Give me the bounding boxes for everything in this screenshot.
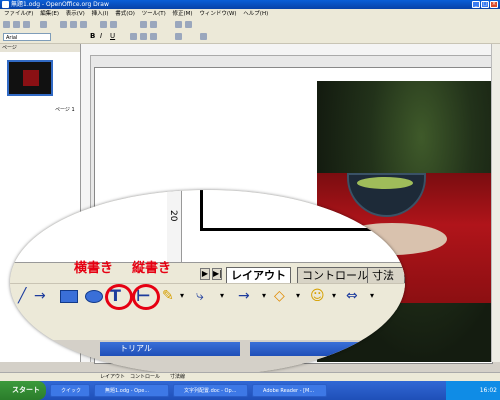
title-bar: 無題1.odg - OpenOffice.org Draw _ □ × [0, 0, 500, 9]
copy-icon[interactable] [70, 21, 77, 28]
bold-icon[interactable]: B [90, 33, 97, 40]
minimize-button[interactable]: _ [472, 1, 480, 8]
zoom-vertical-ruler: 20 [167, 190, 182, 262]
tab-dimension-lines[interactable]: 寸法線 [367, 267, 405, 298]
rectangle-icon[interactable] [60, 290, 78, 303]
underline-icon[interactable]: U [110, 33, 117, 40]
label-vertical-writing: 縦書き [132, 261, 172, 276]
close-button[interactable]: × [490, 1, 498, 8]
taskbar-item-draw[interactable]: 無題1.odg - Ope... [94, 384, 169, 397]
menu-window[interactable]: ウィンドウ(W) [199, 11, 236, 17]
menu-tools[interactable]: ツール(T) [142, 11, 166, 17]
taskbar-item-writer[interactable]: 文字列配置.doc - Op... [173, 384, 248, 397]
menu-modify[interactable]: 修正(M) [173, 11, 193, 17]
lines-arrows-icon[interactable]: → [238, 285, 250, 307]
align-center-icon[interactable] [140, 33, 147, 40]
align-left-icon[interactable] [130, 33, 137, 40]
font-color-icon[interactable] [200, 33, 207, 40]
menu-format[interactable]: 書式(O) [115, 11, 135, 17]
dropdown-icon[interactable]: ▾ [370, 285, 374, 307]
dropdown-icon[interactable]: ▾ [332, 285, 336, 307]
zoom-task-button: トリアル [100, 342, 240, 356]
curve-icon[interactable]: ✎ [162, 285, 174, 307]
menu-edit[interactable]: 編集(E) [40, 11, 59, 17]
cut-icon[interactable] [60, 21, 67, 28]
app-icon [2, 1, 9, 8]
label-horizontal-writing: 横書き [74, 261, 114, 276]
nav-next-button[interactable]: ▶ [200, 268, 210, 280]
zoom-page-frame [200, 190, 405, 231]
menu-view[interactable]: 表示(V) [66, 11, 85, 17]
page-thumbnail-label: ページ 1 [55, 107, 75, 113]
new-icon[interactable] [3, 21, 10, 28]
paste-icon[interactable] [80, 21, 87, 28]
undo-icon[interactable] [100, 21, 107, 28]
zoom-callout: 20 ▶ ▶| レイアウト コントロール 寸法線 ╱ → T ⊢ ✎ ▾ ⤷ ▾… [10, 190, 405, 375]
tab-layout[interactable]: レイアウト [226, 267, 291, 284]
italic-icon[interactable]: I [100, 33, 107, 40]
ellipse-icon[interactable] [85, 290, 103, 303]
table-icon[interactable] [140, 21, 147, 28]
system-tray-clock: 16:02 [446, 381, 500, 400]
dropdown-icon[interactable]: ▾ [180, 285, 184, 307]
page-thumbnail[interactable] [7, 60, 53, 96]
zoom-task-button-2 [250, 342, 390, 356]
symbol-shapes-icon[interactable]: ☺ [310, 285, 325, 307]
menu-file[interactable]: ファイル(F) [4, 11, 33, 17]
vertical-scrollbar[interactable] [491, 44, 500, 362]
font-name-select[interactable]: Arial [3, 33, 51, 41]
align-right-icon[interactable] [150, 33, 157, 40]
zoom-icon[interactable] [185, 21, 192, 28]
taskbar-item-reader[interactable]: Adobe Reader - [M... [252, 384, 327, 397]
formatting-toolbar: Arial B I U [0, 31, 500, 44]
menu-bar: ファイル(F) 編集(E) 表示(V) 挿入(I) 書式(O) ツール(T) 修… [0, 9, 500, 19]
taskbar-item-quicklaunch[interactable]: クイック [50, 384, 90, 397]
dropdown-icon[interactable]: ▾ [220, 285, 224, 307]
dropdown-icon[interactable]: ▾ [296, 285, 300, 307]
start-button[interactable]: スタート [0, 381, 46, 400]
tab-controls[interactable]: コントロール [297, 267, 373, 284]
nav-last-button[interactable]: ▶| [212, 268, 222, 280]
print-icon[interactable] [40, 21, 47, 28]
menu-insert[interactable]: 挿入(I) [92, 11, 109, 17]
chart-icon[interactable] [150, 21, 157, 28]
arrow-line-icon[interactable]: → [34, 285, 46, 307]
highlight-ring-vertical [132, 284, 160, 310]
save-icon[interactable] [23, 21, 30, 28]
line-icon[interactable]: ╱ [18, 285, 26, 307]
pages-panel-header: ページ [0, 44, 80, 52]
horizontal-ruler [81, 44, 491, 56]
connector-icon[interactable]: ⤷ [196, 285, 204, 307]
block-arrows-icon[interactable]: ⇔ [346, 285, 358, 307]
ruler-mark: 20 [168, 210, 178, 222]
redo-icon[interactable] [110, 21, 117, 28]
open-icon[interactable] [13, 21, 20, 28]
navigator-icon[interactable] [175, 21, 182, 28]
window-title: 無題1.odg - OpenOffice.org Draw [11, 1, 109, 8]
dropdown-icon[interactable]: ▾ [262, 285, 266, 307]
bullets-icon[interactable] [175, 33, 182, 40]
zoom-lower-area: トリアル [10, 340, 405, 375]
maximize-button[interactable]: □ [481, 1, 489, 8]
menu-help[interactable]: ヘルプ(H) [243, 11, 268, 17]
matcha-tea [357, 177, 413, 189]
basic-shapes-icon[interactable]: ◇ [274, 285, 285, 307]
highlight-ring-horizontal [105, 284, 133, 310]
